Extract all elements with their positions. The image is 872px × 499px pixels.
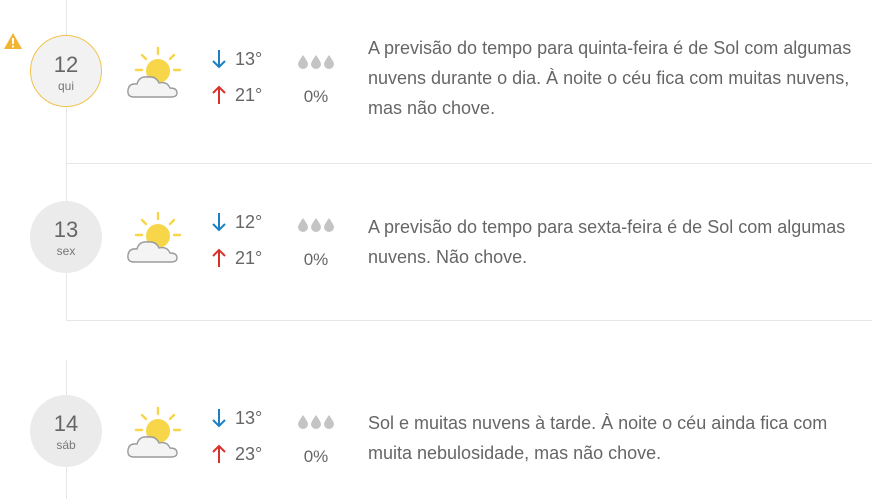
precipitation-block: 0% bbox=[294, 215, 338, 270]
arrow-down-icon bbox=[212, 409, 226, 428]
forecast-day-row[interactable]: 13 sex 12° 21° 0% A previsão do tempo pa… bbox=[0, 177, 872, 297]
arrow-down-icon bbox=[212, 213, 226, 232]
sun-cloud-icon bbox=[127, 211, 182, 263]
forecast-day-row[interactable]: 12 qui 13° 21° 0% A previsão do tempo pa… bbox=[0, 0, 872, 120]
weekday-label: sex bbox=[56, 244, 76, 258]
min-temp: 12° bbox=[210, 211, 280, 247]
forecast-description: Sol e muitas nuvens à tarde. À noite o c… bbox=[368, 413, 828, 463]
temperature-block: 13° 23° bbox=[210, 407, 280, 479]
max-temp: 21° bbox=[210, 247, 280, 283]
day-number: 12 bbox=[53, 52, 79, 77]
precipitation-block: 0% bbox=[294, 412, 338, 467]
temperature-block: 13° 21° bbox=[210, 48, 280, 120]
sun-cloud-icon bbox=[127, 46, 182, 98]
precipitation-value: 0% bbox=[303, 447, 329, 466]
raindrops-icon bbox=[298, 55, 334, 69]
day-number: 14 bbox=[53, 411, 79, 436]
warning-icon[interactable] bbox=[3, 32, 23, 50]
day-badge: 14 sáb bbox=[30, 395, 102, 467]
forecast-description: A previsão do tempo para quinta-feira é … bbox=[368, 38, 852, 118]
raindrops-icon bbox=[298, 415, 334, 429]
precipitation-value: 0% bbox=[303, 87, 329, 106]
precipitation-value: 0% bbox=[303, 250, 329, 269]
day-number: 13 bbox=[53, 217, 79, 242]
min-temp: 13° bbox=[210, 407, 280, 443]
row-divider bbox=[66, 163, 872, 164]
temperature-block: 12° 21° bbox=[210, 211, 280, 283]
min-temp-value: 13° bbox=[235, 408, 263, 428]
raindrops-icon bbox=[298, 218, 334, 232]
arrow-up-icon bbox=[212, 444, 226, 463]
max-temp-value: 21° bbox=[235, 248, 263, 268]
max-temp-value: 21° bbox=[235, 85, 263, 105]
weekday-label: qui bbox=[57, 79, 74, 93]
max-temp: 23° bbox=[210, 443, 280, 479]
arrow-up-icon bbox=[212, 85, 226, 104]
day-badge: 13 sex bbox=[30, 201, 102, 273]
day-badge: 12 qui bbox=[30, 35, 102, 107]
max-temp: 21° bbox=[210, 84, 280, 120]
forecast-day-row[interactable]: 14 sáb 13° 23° 0% Sol e muitas nuvens à … bbox=[0, 374, 872, 494]
forecast-description: A previsão do tempo para sexta-feira é d… bbox=[368, 217, 846, 267]
sun-cloud-icon bbox=[127, 406, 182, 458]
arrow-down-icon bbox=[212, 50, 226, 69]
max-temp-value: 23° bbox=[235, 444, 263, 464]
arrow-up-icon bbox=[212, 248, 226, 267]
precipitation-block: 0% bbox=[294, 52, 338, 107]
min-temp-value: 12° bbox=[235, 212, 263, 232]
row-divider bbox=[66, 320, 872, 321]
min-temp-value: 13° bbox=[235, 49, 263, 69]
min-temp: 13° bbox=[210, 48, 280, 84]
weekday-label: sáb bbox=[56, 438, 76, 452]
